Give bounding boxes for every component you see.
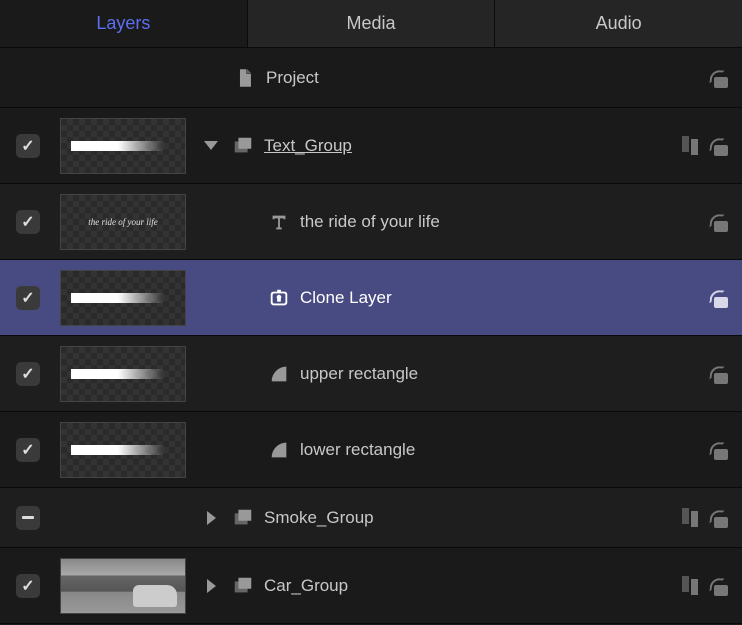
lock-icon[interactable] [708, 68, 730, 88]
row-smoke-group[interactable]: Smoke_Group [0, 488, 742, 548]
visibility-checkbox[interactable] [16, 438, 40, 462]
project-label[interactable]: Project [262, 68, 698, 88]
visibility-checkbox[interactable] [16, 362, 40, 386]
text-icon [268, 211, 290, 233]
lock-icon[interactable] [708, 576, 730, 596]
shape-icon [268, 439, 290, 461]
lower-rect-label[interactable]: lower rectangle [296, 440, 698, 460]
visibility-checkbox[interactable] [16, 134, 40, 158]
visibility-checkbox[interactable] [16, 210, 40, 234]
lock-icon[interactable] [708, 288, 730, 308]
row-text-group[interactable]: Text_Group [0, 108, 742, 184]
lock-icon[interactable] [708, 508, 730, 528]
layer-thumbnail[interactable]: the ride of your life [60, 194, 186, 250]
visibility-checkbox[interactable] [16, 286, 40, 310]
row-lower-rectangle[interactable]: lower rectangle [0, 412, 742, 488]
layer-thumbnail[interactable] [60, 558, 186, 614]
lock-icon[interactable] [708, 364, 730, 384]
tab-layers[interactable]: Layers [0, 0, 248, 47]
layer-thumbnail[interactable] [60, 118, 186, 174]
car-group-label[interactable]: Car_Group [260, 576, 670, 596]
tab-bar: Layers Media Audio [0, 0, 742, 48]
lock-icon[interactable] [708, 440, 730, 460]
layer-thumbnail[interactable] [60, 270, 186, 326]
tab-media[interactable]: Media [248, 0, 496, 47]
group-icon [232, 507, 254, 529]
lock-icon[interactable] [708, 212, 730, 232]
ride-label[interactable]: the ride of your life [296, 212, 698, 232]
document-icon [234, 67, 256, 89]
text-group-label[interactable]: Text_Group [260, 136, 670, 156]
layer-thumbnail[interactable] [60, 346, 186, 402]
tab-audio[interactable]: Audio [495, 0, 742, 47]
disclosure-triangle[interactable] [207, 579, 216, 593]
row-project[interactable]: Project [0, 48, 742, 108]
disclosure-triangle[interactable] [207, 511, 216, 525]
clone-label[interactable]: Clone Layer [296, 288, 698, 308]
row-ride[interactable]: the ride of your life the ride of your l… [0, 184, 742, 260]
lock-icon[interactable] [708, 136, 730, 156]
isolate-icon[interactable] [680, 136, 700, 156]
group-icon [232, 135, 254, 157]
layer-thumbnail[interactable] [60, 422, 186, 478]
smoke-group-label[interactable]: Smoke_Group [260, 508, 670, 528]
visibility-checkbox[interactable] [16, 506, 40, 530]
isolate-icon[interactable] [680, 508, 700, 528]
clone-icon [268, 287, 290, 309]
row-upper-rectangle[interactable]: upper rectangle [0, 336, 742, 412]
group-icon [232, 575, 254, 597]
row-car-group[interactable]: Car_Group [0, 548, 742, 624]
isolate-icon[interactable] [680, 576, 700, 596]
shape-icon [268, 363, 290, 385]
row-clone-layer[interactable]: Clone Layer [0, 260, 742, 336]
disclosure-triangle[interactable] [204, 141, 218, 150]
upper-rect-label[interactable]: upper rectangle [296, 364, 698, 384]
visibility-checkbox[interactable] [16, 574, 40, 598]
